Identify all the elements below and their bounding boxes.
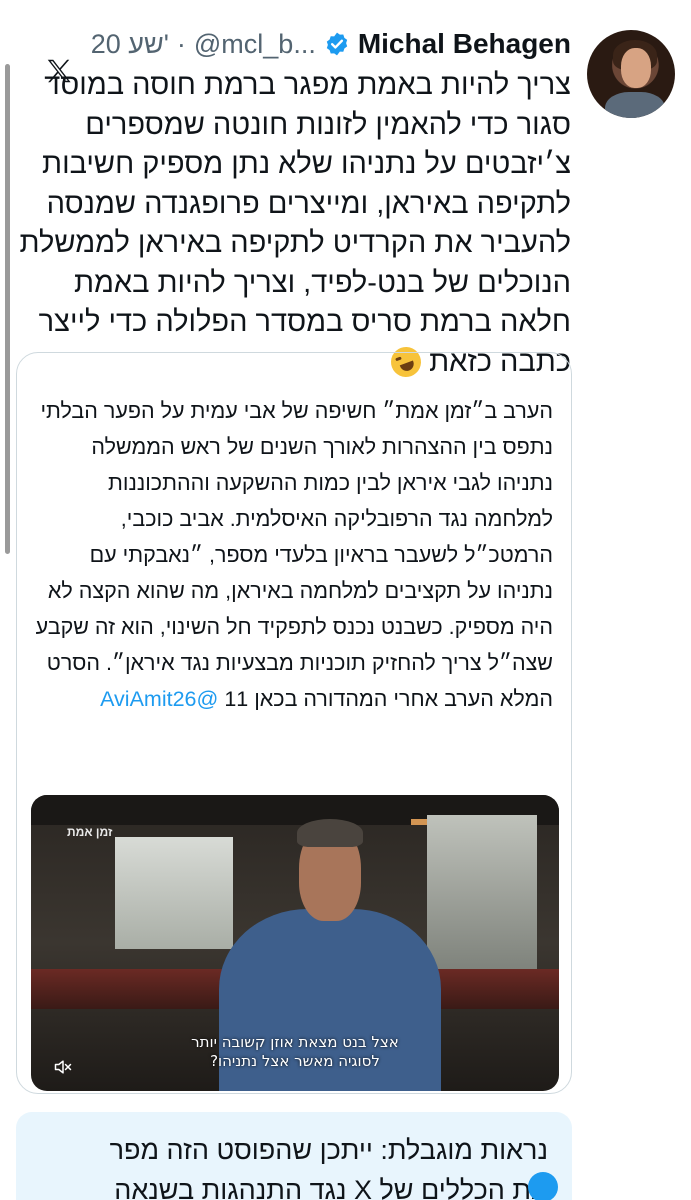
video-player[interactable]: זמן אמת אצל בנט מצאת אוזן קשובה יותר לסו… (31, 795, 559, 1091)
author-display-name[interactable]: Michal Behagen (358, 28, 571, 60)
avatar[interactable] (587, 30, 675, 118)
separator-dot: · (176, 28, 186, 59)
verified-badge-icon (326, 32, 348, 56)
mention-link[interactable]: @AviAmit26 (100, 687, 218, 711)
tweet-text: צריך להיות באמת מפגר ברמת חוסה במוסד סגו… (15, 66, 571, 382)
author-row[interactable]: 20 שע' · @mcl_b... Michal Behagen (91, 28, 571, 60)
timestamp[interactable]: 20 שע' (91, 29, 169, 60)
author-handle[interactable]: @mcl_b... (194, 29, 316, 60)
info-icon[interactable] (528, 1172, 558, 1200)
quoted-tweet-card[interactable]: הערב ב״זמן אמת״ חשיפה של אבי עמית על הפע… (16, 352, 572, 1094)
limited-visibility-notice[interactable]: נראות מוגבלת: ייתכן שהפוסט הזה מפר את הכ… (16, 1112, 572, 1200)
scrollbar[interactable] (5, 64, 10, 554)
tweet-body: צריך להיות באמת מפגר ברמת חוסה במוסד סגו… (19, 69, 571, 378)
quoted-tweet-text: הערב ב״זמן אמת״ חשיפה של אבי עמית על הפע… (33, 393, 553, 717)
video-subtitle: אצל בנט מצאת אוזן קשובה יותר לסוגיה מאשר… (31, 1033, 559, 1071)
subtitle-line-1: אצל בנט מצאת אוזן קשובה יותר (191, 1033, 399, 1051)
notice-text: נראות מוגבלת: ייתכן שהפוסט הזה מפר את הכ… (109, 1135, 548, 1200)
subtitle-line-2: לסוגיה מאשר אצל נתניהו? (210, 1052, 380, 1070)
video-watermark: זמן אמת (67, 825, 113, 839)
quoted-body: הערב ב״זמן אמת״ חשיפה של אבי עמית על הפע… (35, 399, 553, 711)
mute-icon[interactable] (53, 1057, 73, 1077)
